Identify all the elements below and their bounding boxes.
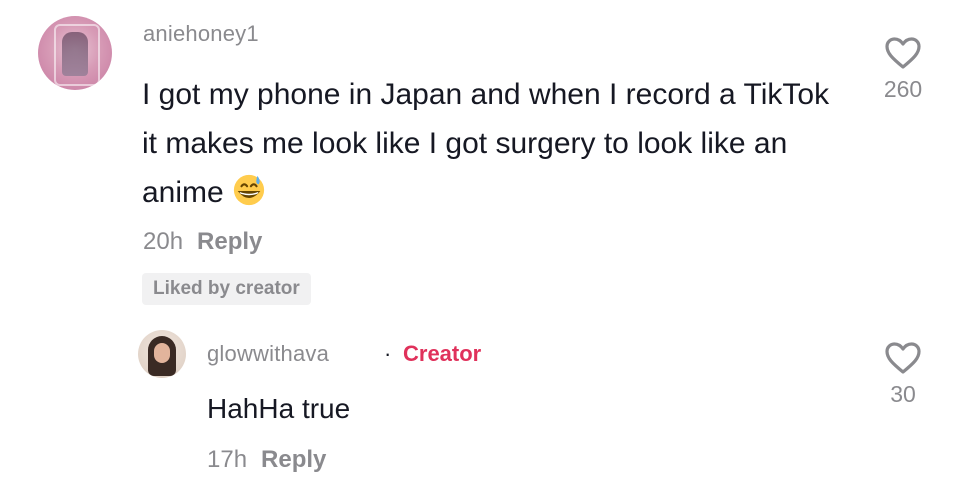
- reply-like-button[interactable]: 30: [873, 341, 933, 408]
- comment-meta: 20h Reply: [143, 228, 262, 256]
- reply-button[interactable]: Reply: [197, 228, 262, 255]
- creator-label: Creator: [403, 341, 482, 366]
- reply-like-count: 30: [890, 381, 916, 407]
- grinning-face-with-sweat-emoji-icon: [233, 174, 264, 206]
- reply-username[interactable]: glowwithava: [207, 341, 329, 367]
- heart-icon: [885, 37, 921, 69]
- heart-icon: [885, 342, 921, 374]
- reply-text: HahHa true: [207, 393, 351, 424]
- reply-avatar[interactable]: [138, 330, 186, 378]
- reply-reply-button[interactable]: Reply: [261, 446, 326, 473]
- avatar[interactable]: [38, 16, 112, 90]
- comment-username[interactable]: aniehoney1: [143, 21, 259, 47]
- reply-meta: 17h Reply: [207, 446, 326, 474]
- liked-by-creator-badge: Liked by creator: [142, 273, 311, 305]
- comment-time: 20h: [143, 228, 184, 255]
- reply-time: 17h: [207, 446, 248, 473]
- separator-dot: ·: [384, 341, 392, 366]
- comment-text: I got my phone in Japan and when I recor…: [142, 70, 832, 217]
- like-button[interactable]: 260: [873, 36, 933, 103]
- like-count: 260: [883, 76, 923, 102]
